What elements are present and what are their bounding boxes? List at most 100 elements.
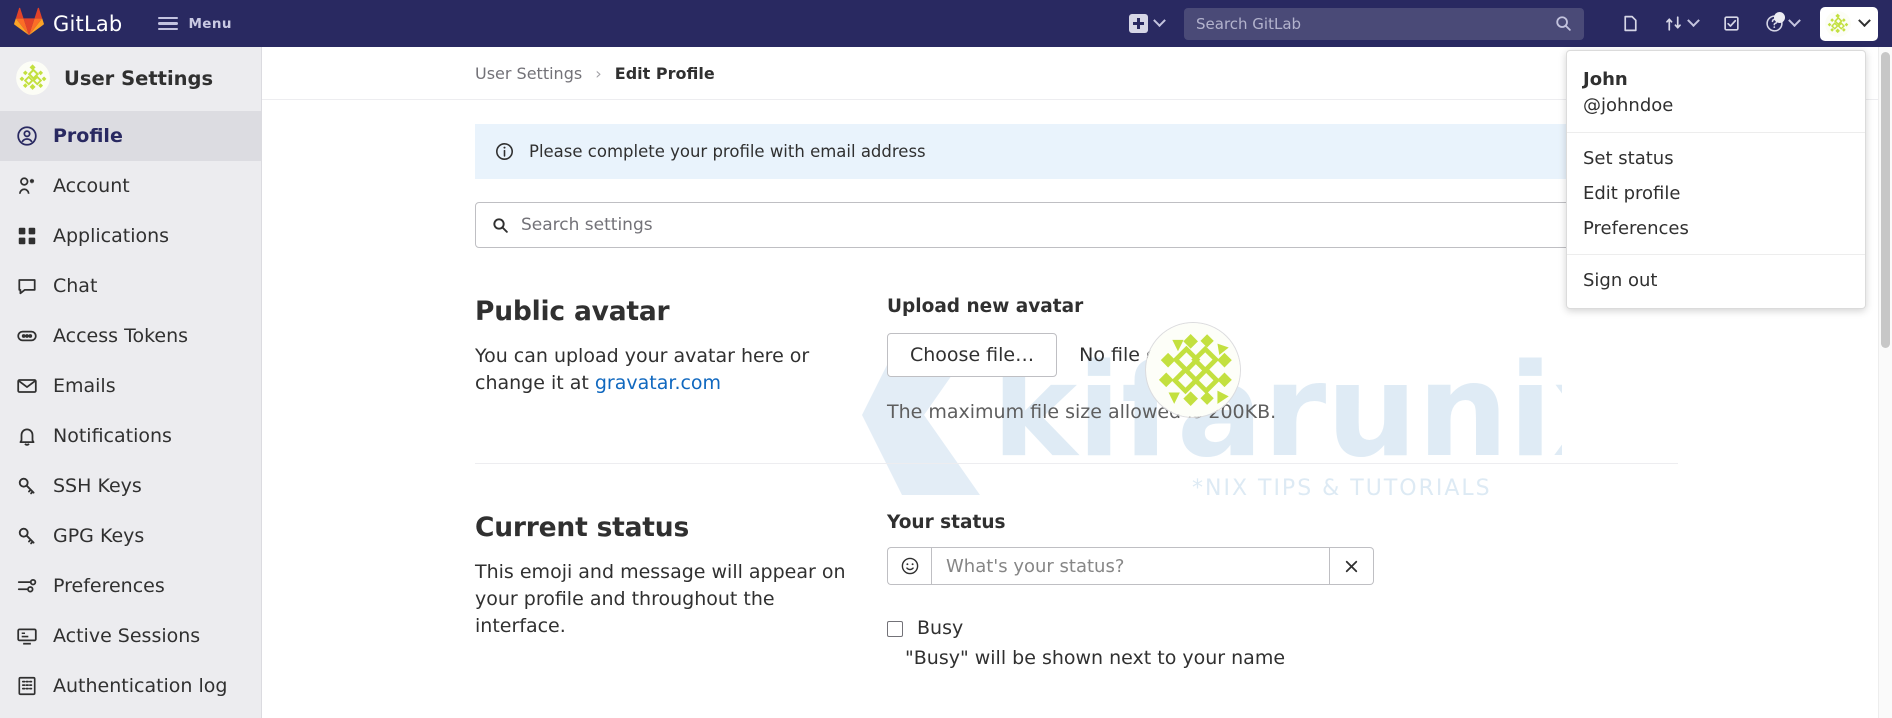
sidebar-header[interactable]: User Settings bbox=[0, 47, 261, 111]
clear-status-button[interactable] bbox=[1330, 547, 1374, 585]
global-search-placeholder: Search GitLab bbox=[1196, 15, 1555, 33]
user-menu-item-sign-out[interactable]: Sign out bbox=[1567, 263, 1865, 298]
sidebar-item-label: Active Sessions bbox=[53, 625, 200, 647]
sidebar-item-applications[interactable]: Applications bbox=[0, 211, 261, 261]
breadcrumb-current: Edit Profile bbox=[615, 64, 715, 83]
todos-icon bbox=[1722, 14, 1741, 33]
choose-file-button[interactable]: Choose file… bbox=[887, 333, 1057, 377]
section-title: Public avatar bbox=[475, 296, 849, 327]
breadcrumb-root[interactable]: User Settings bbox=[475, 64, 582, 83]
chevron-down-icon bbox=[1687, 14, 1700, 27]
sidebar-item-notifications[interactable]: Notifications bbox=[0, 411, 261, 461]
sidebar-item-account[interactable]: Account bbox=[0, 161, 261, 211]
sidebar-item-label: Emails bbox=[53, 375, 116, 397]
sidebar-item-label: SSH Keys bbox=[53, 475, 142, 497]
help-button[interactable] bbox=[1754, 7, 1810, 40]
sidebar-item-label: Notifications bbox=[53, 425, 172, 447]
sidebar-item-label: Profile bbox=[53, 125, 123, 147]
public-avatar-section: Public avatar You can upload your avatar… bbox=[475, 296, 1678, 464]
search-icon bbox=[1555, 15, 1572, 32]
navbar-center: Search GitLab bbox=[1129, 8, 1584, 40]
max-file-size-hint: The maximum file size allowed is 200KB. bbox=[887, 401, 1678, 423]
user-menu-handle: @johndoe bbox=[1583, 95, 1849, 116]
settings-search-placeholder: Search settings bbox=[521, 215, 653, 235]
user-menu-name: John bbox=[1583, 69, 1849, 90]
user-menu-item-edit-profile[interactable]: Edit profile bbox=[1567, 176, 1865, 211]
smiley-icon bbox=[900, 556, 920, 576]
user-menu-item-preferences[interactable]: Preferences bbox=[1567, 211, 1865, 246]
hamburger-icon bbox=[158, 17, 178, 31]
current-status-form: Your status bbox=[887, 512, 1678, 669]
sidebar-item-authentication-log[interactable]: Authentication log bbox=[0, 661, 261, 711]
bell-icon bbox=[16, 425, 38, 447]
key-icon bbox=[16, 525, 38, 547]
busy-hint: "Busy" will be shown next to your name bbox=[905, 647, 1678, 669]
chevron-down-icon bbox=[1153, 14, 1166, 27]
sidebar-item-access-tokens[interactable]: Access Tokens bbox=[0, 311, 261, 361]
main-menu-button[interactable]: Menu bbox=[150, 10, 239, 38]
status-input[interactable] bbox=[931, 547, 1330, 585]
account-key-icon bbox=[16, 175, 38, 197]
public-avatar-description: Public avatar You can upload your avatar… bbox=[475, 296, 887, 423]
your-status-label: Your status bbox=[887, 512, 1678, 533]
sidebar-item-label: Authentication log bbox=[53, 675, 227, 697]
user-menu-header[interactable]: John @johndoe bbox=[1567, 51, 1865, 133]
sidebar-item-gpg-keys[interactable]: GPG Keys bbox=[0, 511, 261, 561]
current-status-section: Current status This emoji and message wi… bbox=[475, 512, 1678, 709]
token-icon bbox=[16, 325, 38, 347]
sidebar-item-label: Access Tokens bbox=[53, 325, 188, 347]
log-grid-icon bbox=[16, 675, 38, 697]
sidebar-item-label: Chat bbox=[53, 275, 97, 297]
user-menu-actions: Set status Edit profile Preferences bbox=[1567, 133, 1865, 255]
busy-text-block: Busy bbox=[917, 617, 963, 639]
busy-label: Busy bbox=[917, 617, 963, 639]
brand-title[interactable]: GitLab bbox=[53, 12, 122, 36]
public-avatar-image-icon[interactable] bbox=[1145, 322, 1241, 418]
key-icon bbox=[16, 475, 38, 497]
settings-search-input[interactable]: Search settings bbox=[475, 202, 1678, 248]
alert-message: Please complete your profile with email … bbox=[529, 142, 926, 161]
envelope-icon bbox=[16, 375, 38, 397]
busy-checkbox-row: Busy bbox=[887, 617, 1678, 639]
menu-button-label: Menu bbox=[188, 16, 231, 32]
upload-avatar-title: Upload new avatar bbox=[887, 296, 1678, 317]
new-item-button[interactable] bbox=[1129, 14, 1164, 33]
section-description: You can upload your avatar here or chang… bbox=[475, 343, 849, 397]
close-x-icon bbox=[1343, 558, 1360, 575]
info-circle-icon bbox=[495, 142, 514, 161]
sidebar-item-label: Applications bbox=[53, 225, 169, 247]
page-scrollbar-thumb[interactable] bbox=[1881, 52, 1890, 348]
merge-requests-button[interactable] bbox=[1653, 7, 1709, 40]
sidebar-item-ssh-keys[interactable]: SSH Keys bbox=[0, 461, 261, 511]
user-menu-signout-group: Sign out bbox=[1567, 255, 1865, 300]
public-avatar-upload: Upload new avatar Choose file… No file c… bbox=[887, 296, 1678, 423]
sidebar-item-emails[interactable]: Emails bbox=[0, 361, 261, 411]
sidebar-item-label: GPG Keys bbox=[53, 525, 144, 547]
sidebar-item-chat[interactable]: Chat bbox=[0, 261, 261, 311]
navbar-left: GitLab Menu bbox=[0, 7, 240, 40]
sidebar-item-preferences[interactable]: Preferences bbox=[0, 561, 261, 611]
merge-requests-icon bbox=[1664, 14, 1683, 33]
user-avatar-icon bbox=[1825, 11, 1851, 37]
sidebar-item-active-sessions[interactable]: Active Sessions bbox=[0, 611, 261, 661]
user-circle-icon bbox=[16, 125, 38, 147]
emoji-picker-button[interactable] bbox=[887, 547, 931, 585]
issues-button[interactable] bbox=[1610, 7, 1651, 40]
chat-icon bbox=[16, 275, 38, 297]
user-settings-avatar-icon bbox=[16, 61, 50, 95]
chevron-down-icon bbox=[1788, 14, 1801, 27]
user-avatar-button[interactable] bbox=[1820, 7, 1878, 41]
gitlab-tanuki-logo-icon[interactable] bbox=[14, 7, 53, 40]
section-description: This emoji and message will appear on yo… bbox=[475, 559, 849, 640]
global-search-input[interactable]: Search GitLab bbox=[1184, 8, 1584, 40]
todos-button[interactable] bbox=[1711, 7, 1752, 40]
user-dropdown-menu: John @johndoe Set status Edit profile Pr… bbox=[1566, 50, 1866, 309]
user-menu-item-set-status[interactable]: Set status bbox=[1567, 141, 1865, 176]
file-chooser-row: Choose file… No file chosen. bbox=[887, 333, 1678, 377]
sidebar-item-profile[interactable]: Profile bbox=[0, 111, 261, 161]
busy-checkbox[interactable] bbox=[887, 621, 903, 637]
chevron-down-icon bbox=[1858, 14, 1871, 27]
gravatar-link[interactable]: gravatar.com bbox=[595, 372, 721, 394]
section-title: Current status bbox=[475, 512, 849, 543]
top-navbar: GitLab Menu Search GitLab bbox=[0, 0, 1892, 47]
